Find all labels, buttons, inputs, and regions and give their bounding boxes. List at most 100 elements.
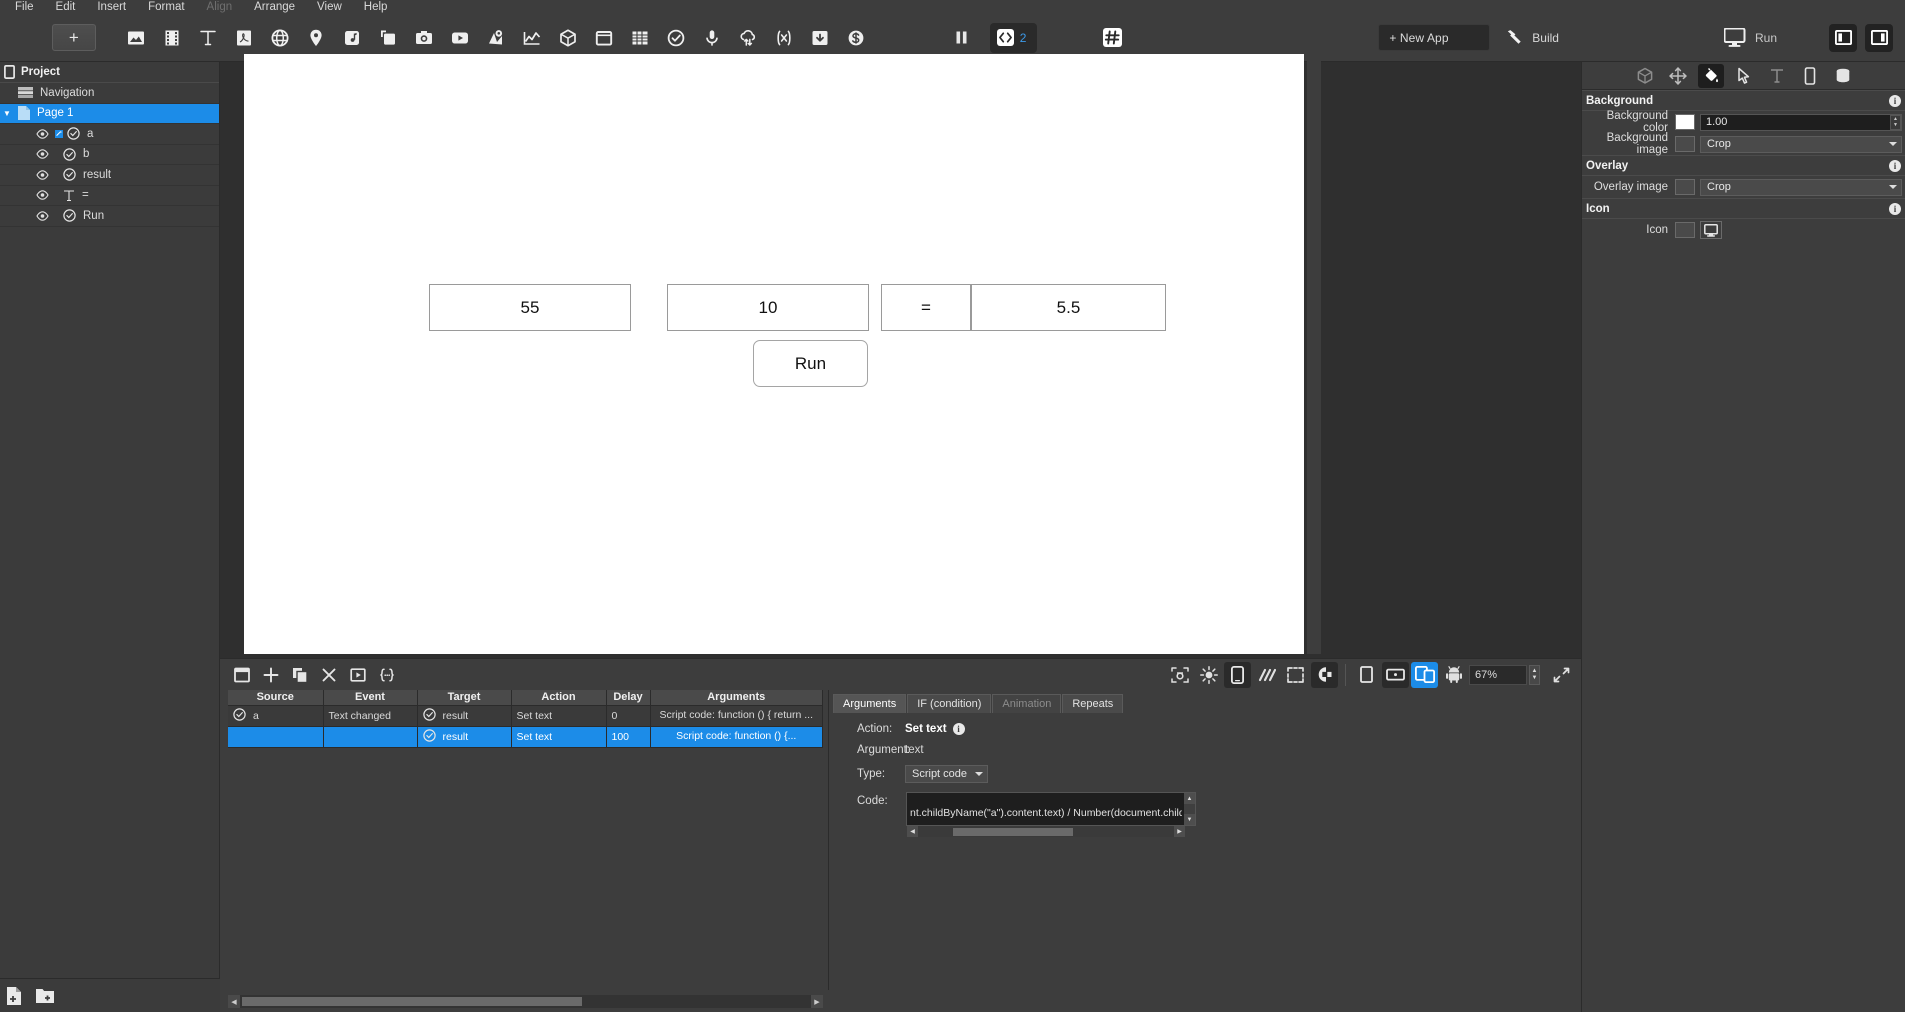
events-cell-action[interactable]: Set text [511,726,607,748]
info-icon[interactable]: i [1889,202,1901,215]
events-cell-arguments[interactable]: Script code: function () { return ... [650,705,823,727]
delete-icon[interactable] [315,662,342,688]
chart-icon[interactable] [514,20,550,56]
visibility-eye-icon[interactable] [36,169,49,180]
app-canvas[interactable]: 55 10 = 5.5 Run [244,54,1304,654]
phone-landscape-icon[interactable] [1382,661,1409,688]
label-equals[interactable]: = [881,284,971,331]
property-number-input[interactable]: 1.00 ▲ ▼ [1700,113,1902,131]
properties-tab-phone[interactable] [1797,64,1823,88]
new-app-button[interactable]: + New App [1378,24,1491,51]
icon-picker-button[interactable] [1700,221,1722,239]
menu-item-arrange[interactable]: Arrange [243,0,306,14]
tree-item-run[interactable]: Run [0,206,219,227]
code-scroll-thumb[interactable] [953,827,1073,836]
pause-icon[interactable] [944,20,980,56]
info-icon[interactable]: i [952,723,965,735]
code-scroll-right-arrow[interactable]: ▶ [1174,826,1185,837]
panel-right-icon[interactable] [1865,23,1893,52]
hash-grid-icon[interactable] [1099,20,1126,56]
events-col-arguments[interactable]: Arguments [650,690,823,706]
screenshot-icon[interactable] [1166,662,1193,688]
code-editor[interactable]: nt.childByName("a").content.text) / Numb… [906,792,1196,837]
panel-left-icon[interactable] [1829,23,1857,52]
visibility-eye-icon[interactable] [36,128,49,139]
events-horizontal-scrollbar[interactable]: ◀ ▶ [228,995,823,1008]
code-braces-icon[interactable] [373,662,400,688]
events-col-target[interactable]: Target [417,690,512,706]
run-preview-button[interactable]: Run [1723,28,1777,47]
tree-expand-arrow[interactable]: ▼ [0,109,14,118]
duplicate-icon[interactable] [286,662,313,688]
location-icon[interactable] [298,20,334,56]
pdf-icon[interactable] [226,20,262,56]
events-cell-event[interactable] [323,726,418,748]
preview-icon[interactable] [344,662,371,688]
scroll-left-arrow[interactable]: ◀ [228,995,240,1008]
event-tab-if-condition-[interactable]: IF (condition) [907,694,992,713]
web-icon[interactable] [262,20,298,56]
events-cell-source[interactable] [228,726,324,748]
event-tab-repeats[interactable]: Repeats [1062,694,1124,713]
property-dropdown[interactable]: Crop [1700,178,1902,196]
video-icon[interactable] [154,20,190,56]
tree-item-page-1[interactable]: ▼ Page 1 [0,103,219,124]
events-table-row[interactable]: result Set text 100 Script code: function (… [228,726,823,748]
properties-tab-cursor[interactable] [1731,64,1757,88]
build-button[interactable]: Build [1504,28,1559,48]
info-icon[interactable]: i [1889,94,1901,107]
zoom-stepper[interactable]: ▲ ▼ [1529,664,1540,685]
button-run[interactable]: Run [753,340,868,387]
add-icon[interactable] [257,662,284,688]
events-cell-arguments[interactable]: Script code: function () {... [650,726,823,748]
map-marker-icon[interactable] [478,20,514,56]
code-horizontal-scrollbar[interactable]: ◀ ▶ [907,826,1185,837]
color-swatch[interactable] [1675,222,1695,238]
tree-item-=[interactable]: = [0,186,219,206]
brightness-icon[interactable] [1195,662,1222,688]
events-cell-source[interactable]: a [228,705,324,727]
fit-screen-icon[interactable] [1548,662,1575,688]
hatch-icon[interactable] [1253,662,1280,688]
menu-item-help[interactable]: Help [353,0,399,14]
add-element-button[interactable]: + [52,24,96,51]
menu-item-format[interactable]: Format [137,0,195,14]
variable-icon[interactable] [766,20,802,56]
field-b[interactable]: 10 [667,284,869,331]
events-cell-event[interactable]: Text changed [323,705,418,727]
code-scroll-up-arrow[interactable]: ▲ [1184,793,1195,804]
microphone-icon[interactable] [694,20,730,56]
cloud-sync-icon[interactable] [730,20,766,56]
number-stepper[interactable]: ▲ ▼ [1890,114,1901,130]
tree-item-a[interactable]: a [0,124,219,145]
info-icon[interactable]: i [1889,159,1901,172]
field-result[interactable]: 5.5 [971,284,1166,331]
events-cell-target[interactable]: result [417,705,512,727]
code-scroll-down-arrow[interactable]: ▼ [1184,814,1195,825]
edit-marker-icon[interactable] [55,129,63,138]
events-col-action[interactable]: Action [511,690,607,706]
color-swatch[interactable] [1675,179,1695,195]
page-frame-icon[interactable] [228,662,255,688]
menu-item-view[interactable]: View [306,0,353,14]
menu-item-file[interactable]: File [4,0,45,14]
text-icon[interactable] [190,20,226,56]
events-cell-delay[interactable]: 100 [606,726,651,748]
type-dropdown[interactable]: Script code [905,765,989,783]
youtube-icon[interactable] [442,20,478,56]
marquee-select-icon[interactable] [1282,662,1309,688]
gallery-icon[interactable] [370,20,406,56]
events-col-source[interactable]: Source [228,690,324,706]
android-icon[interactable] [1440,662,1467,688]
tree-item-navigation[interactable]: Navigation [0,83,219,104]
menu-item-edit[interactable]: Edit [45,0,87,14]
new-folder-icon[interactable] [36,988,54,1004]
visibility-eye-icon[interactable] [36,210,49,221]
field-a[interactable]: 55 [429,284,631,331]
properties-tab-text-t[interactable] [1764,64,1790,88]
scroll-thumb[interactable] [242,997,582,1006]
checkbox-icon[interactable] [658,20,694,56]
code-count-badge[interactable]: 2 [989,22,1038,53]
canvas-area[interactable]: 55 10 = 5.5 Run [220,54,1581,682]
money-icon[interactable] [838,20,874,56]
